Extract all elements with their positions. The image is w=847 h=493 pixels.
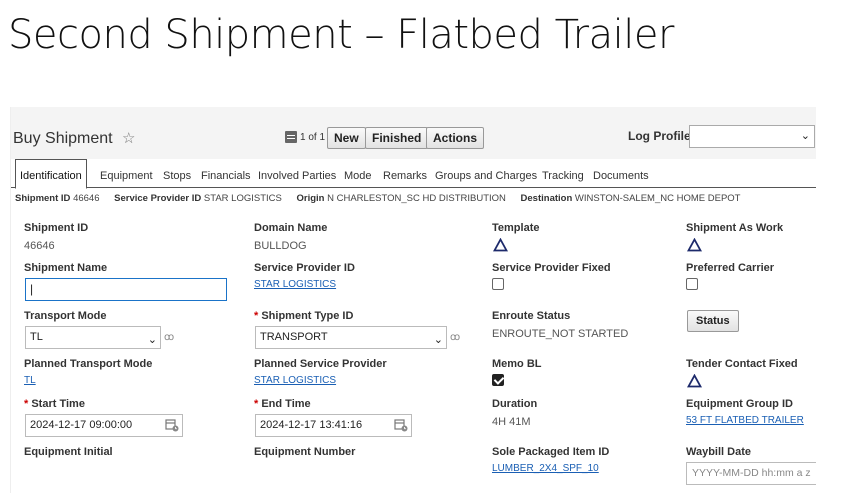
start-time-input[interactable]: 2024-12-17 09:00:00 bbox=[25, 414, 183, 437]
chevron-down-icon: ⌄ bbox=[433, 334, 443, 346]
shipment-summary: Shipment ID 46646 Service Provider ID ST… bbox=[15, 193, 740, 204]
summary-shipment-id: 46646 bbox=[73, 193, 100, 204]
start-time-label: * Start Time bbox=[24, 398, 85, 410]
planned-service-provider-link[interactable]: STAR LOGISTICS bbox=[254, 375, 336, 386]
tab-groups-and-charges[interactable]: Groups and Charges bbox=[435, 170, 537, 182]
page-title: Buy Shipment bbox=[13, 130, 113, 147]
pager-text: 1 of 1 bbox=[300, 131, 326, 143]
service-provider-id-link[interactable]: STAR LOGISTICS bbox=[254, 279, 336, 290]
tab-mode[interactable]: Mode bbox=[344, 170, 372, 182]
calendar-icon[interactable] bbox=[394, 418, 408, 432]
shipment-type-value: TRANSPORT bbox=[260, 331, 328, 343]
slide-title: Second Shipment – Flatbed Trailer bbox=[8, 12, 674, 58]
end-time-label-text: End Time bbox=[261, 398, 311, 410]
shipment-id-label: Shipment ID bbox=[24, 222, 89, 234]
tab-bar: Identification Equipment Stops Financial… bbox=[11, 159, 816, 189]
star-icon[interactable]: ☆ bbox=[122, 129, 135, 147]
required-marker: * bbox=[254, 310, 259, 322]
shipment-type-id-label: * Shipment Type ID bbox=[254, 310, 353, 322]
tab-stops[interactable]: Stops bbox=[163, 170, 191, 182]
preferred-carrier-checkbox[interactable] bbox=[686, 278, 698, 290]
triangle-icon bbox=[687, 374, 702, 388]
tender-contact-fixed-label: Tender Contact Fixed bbox=[686, 358, 798, 370]
memo-bl-label: Memo BL bbox=[492, 358, 542, 370]
transport-mode-label: Transport Mode bbox=[24, 310, 107, 322]
equipment-group-id-label: Equipment Group ID bbox=[686, 398, 793, 410]
log-profile-select[interactable]: ⌄ bbox=[689, 125, 815, 148]
tab-remarks[interactable]: Remarks bbox=[383, 170, 427, 182]
actions-button[interactable]: Actions bbox=[426, 127, 485, 149]
transport-mode-select[interactable]: TL ⌄ bbox=[25, 326, 161, 349]
summary-destination-label: Destination bbox=[520, 193, 573, 204]
enroute-status-value: ENROUTE_NOT STARTED bbox=[492, 328, 629, 340]
calendar-icon[interactable] bbox=[165, 418, 179, 432]
tab-tracking[interactable]: Tracking bbox=[542, 170, 584, 182]
header-bar: Buy Shipment ☆ 1 of 1 New Finished Actio… bbox=[11, 107, 816, 159]
status-button[interactable]: Status bbox=[687, 310, 739, 332]
waybill-date-input[interactable]: YYYY-MM-DD hh:mm a z bbox=[686, 462, 816, 485]
waybill-date-label: Waybill Date bbox=[686, 446, 751, 458]
triangle-icon bbox=[493, 238, 508, 252]
shipment-name-label: Shipment Name bbox=[24, 262, 108, 274]
tab-identification[interactable]: Identification bbox=[15, 159, 87, 189]
triangle-icon bbox=[687, 238, 702, 252]
planned-transport-mode-label: Planned Transport Mode bbox=[24, 358, 153, 370]
summary-service-provider-label: Service Provider ID bbox=[114, 193, 202, 204]
start-time-value: 2024-12-17 09:00:00 bbox=[30, 419, 133, 431]
shipment-name-input[interactable]: | bbox=[25, 278, 227, 301]
duration-value: 4H 41M bbox=[492, 416, 531, 428]
required-marker: * bbox=[24, 398, 29, 410]
domain-name-value: BULLDOG bbox=[254, 240, 307, 252]
transport-mode-value: TL bbox=[30, 331, 43, 343]
planned-service-provider-label: Planned Service Provider bbox=[254, 358, 387, 370]
equipment-initial-label: Equipment Initial bbox=[24, 446, 113, 458]
required-marker: * bbox=[254, 398, 259, 410]
summary-origin: N CHARLESTON_SC HD DISTRIBUTION bbox=[327, 193, 506, 204]
end-time-value: 2024-12-17 13:41:16 bbox=[260, 419, 363, 431]
memo-bl-checkbox[interactable] bbox=[492, 374, 504, 386]
equipment-number-label: Equipment Number bbox=[254, 446, 356, 458]
glasses-icon[interactable]: ꝏ bbox=[164, 332, 174, 343]
end-time-label: * End Time bbox=[254, 398, 311, 410]
pager: 1 of 1 bbox=[285, 131, 325, 143]
tab-involved-parties[interactable]: Involved Parties bbox=[258, 170, 336, 182]
shipment-type-id-label-text: Shipment Type ID bbox=[261, 310, 354, 322]
template-label: Template bbox=[492, 222, 540, 234]
list-icon[interactable] bbox=[285, 131, 297, 143]
finished-button[interactable]: Finished bbox=[365, 127, 429, 149]
log-profile-label: Log Profile bbox=[628, 129, 691, 143]
preferred-carrier-label: Preferred Carrier bbox=[686, 262, 775, 274]
chevron-down-icon: ⌄ bbox=[800, 130, 810, 142]
shipment-type-select[interactable]: TRANSPORT ⌄ bbox=[255, 326, 447, 349]
equipment-group-id-link[interactable]: 53 FT FLATBED TRAILER bbox=[686, 415, 804, 426]
shipment-app: Buy Shipment ☆ 1 of 1 New Finished Actio… bbox=[10, 107, 816, 493]
summary-shipment-id-label: Shipment ID bbox=[15, 193, 71, 204]
tab-financials[interactable]: Financials bbox=[201, 170, 251, 182]
shipment-id-value: 46646 bbox=[24, 240, 55, 252]
planned-transport-mode-link[interactable]: TL bbox=[24, 375, 36, 386]
service-provider-id-label: Service Provider ID bbox=[254, 262, 355, 274]
summary-service-provider: STAR LOGISTICS bbox=[203, 193, 282, 204]
summary-origin-label: Origin bbox=[296, 193, 325, 204]
domain-name-label: Domain Name bbox=[254, 222, 328, 234]
enroute-status-label: Enroute Status bbox=[492, 310, 571, 322]
summary-destination: WINSTON-SALEM_NC HOME DEPOT bbox=[574, 193, 741, 204]
tab-documents[interactable]: Documents bbox=[593, 170, 649, 182]
duration-label: Duration bbox=[492, 398, 538, 410]
end-time-input[interactable]: 2024-12-17 13:41:16 bbox=[255, 414, 412, 437]
shipment-as-work-label: Shipment As Work bbox=[686, 222, 784, 234]
service-provider-fixed-checkbox[interactable] bbox=[492, 278, 504, 290]
sole-packaged-item-id-label: Sole Packaged Item ID bbox=[492, 446, 610, 458]
tab-equipment[interactable]: Equipment bbox=[100, 170, 153, 182]
glasses-icon[interactable]: ꝏ bbox=[450, 332, 460, 343]
service-provider-fixed-label: Service Provider Fixed bbox=[492, 262, 611, 274]
start-time-label-text: Start Time bbox=[31, 398, 85, 410]
chevron-down-icon: ⌄ bbox=[147, 334, 157, 346]
new-button[interactable]: New bbox=[327, 127, 366, 149]
sole-packaged-item-id-link[interactable]: LUMBER_2X4_SPF_10 bbox=[492, 463, 599, 474]
